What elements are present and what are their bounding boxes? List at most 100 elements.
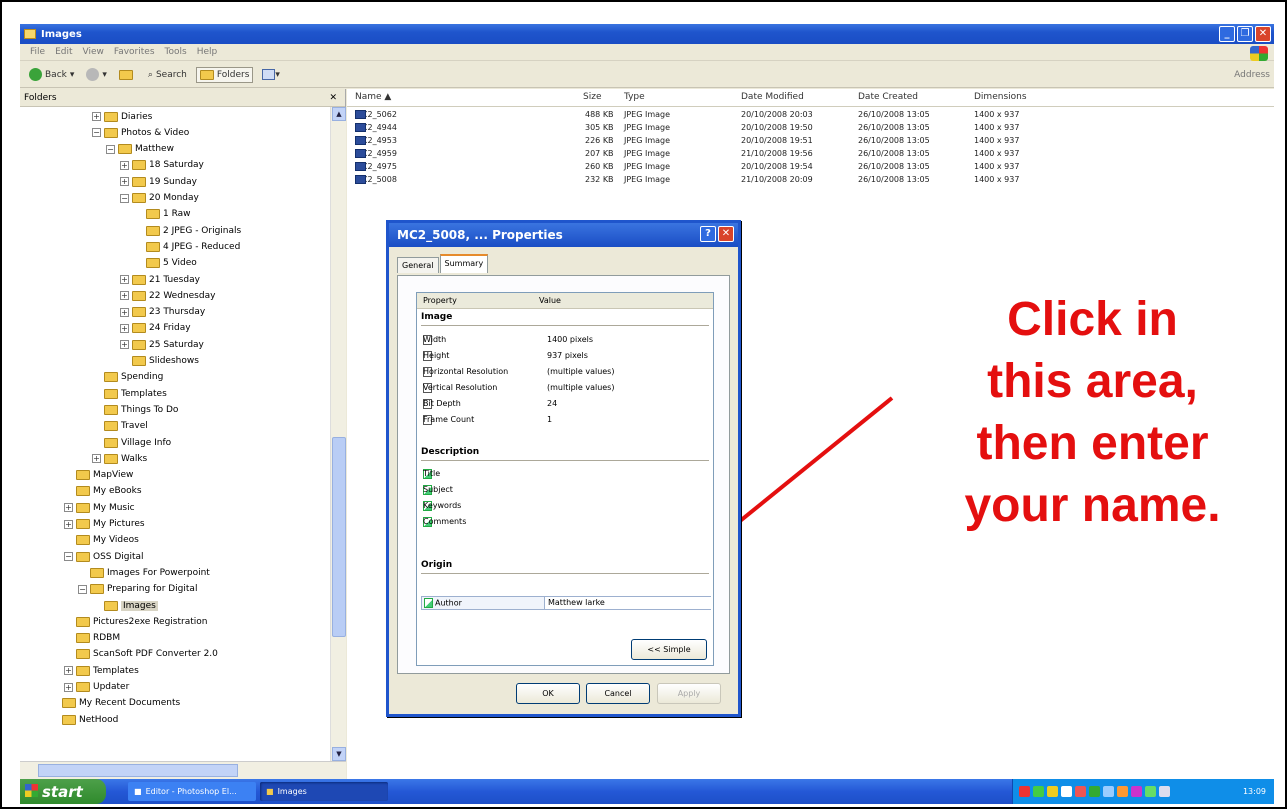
tree-vertical-scrollbar[interactable]: ▲ ▼	[330, 107, 346, 761]
tree-item[interactable]: Images	[92, 599, 158, 612]
tree-item[interactable]: ScanSoft PDF Converter 2.0	[64, 648, 218, 661]
collapse-icon[interactable]: −	[120, 193, 129, 203]
file-row[interactable]: MC2_5062 488 KB JPEG Image 20/10/2008 20:03…	[347, 110, 1274, 122]
property-row[interactable]: Horizontal Resolution (multiple values)	[421, 367, 711, 379]
maximize-button[interactable]: ❐	[1237, 26, 1253, 42]
expand-icon[interactable]: +	[120, 307, 129, 317]
expand-icon[interactable]: +	[120, 340, 129, 350]
expand-icon[interactable]: +	[120, 177, 129, 187]
tree-item[interactable]: Things To Do	[92, 403, 178, 416]
tree-item[interactable]: Slideshows	[120, 355, 199, 368]
tray-icon[interactable]	[1103, 786, 1114, 797]
expand-icon[interactable]: +	[120, 323, 129, 333]
file-row[interactable]: MC2_4975 260 KB JPEG Image 20/10/2008 19:54…	[347, 162, 1274, 174]
tray-icon[interactable]	[1145, 786, 1156, 797]
tree-item[interactable]: + Templates	[64, 664, 139, 677]
scroll-thumb[interactable]	[332, 437, 346, 637]
help-button[interactable]: ?	[700, 226, 716, 242]
collapse-icon[interactable]: −	[78, 584, 87, 594]
column-dimensions[interactable]: Dimensions	[974, 92, 1027, 102]
tree-item[interactable]: + Updater	[64, 681, 129, 694]
ok-button[interactable]: OK	[516, 683, 580, 704]
tray-icon[interactable]	[1117, 786, 1128, 797]
up-folder-button[interactable]	[116, 68, 139, 82]
search-button[interactable]: ⌕ Search	[145, 68, 190, 82]
tab-summary[interactable]: Summary	[439, 254, 489, 273]
tray-icon[interactable]	[1131, 786, 1142, 797]
value-column-header[interactable]: Value	[539, 296, 561, 305]
scroll-down-icon[interactable]: ▼	[332, 747, 346, 761]
menu-edit[interactable]: Edit	[55, 47, 72, 57]
column-date-created[interactable]: Date Created	[858, 92, 918, 102]
collapse-icon[interactable]: −	[106, 144, 115, 154]
menu-favorites[interactable]: Favorites	[114, 47, 155, 57]
file-row[interactable]: MC2_4959 207 KB JPEG Image 21/10/2008 19:56…	[347, 149, 1274, 161]
close-button[interactable]: ✕	[1255, 26, 1271, 42]
tree-item[interactable]: − 20 Monday	[120, 192, 199, 205]
property-row[interactable]: Comments	[421, 517, 711, 529]
tab-general[interactable]: General	[397, 257, 439, 273]
tray-icon[interactable]	[1061, 786, 1072, 797]
column-type[interactable]: Type	[624, 92, 645, 102]
views-button[interactable]: ▾	[259, 67, 283, 82]
tree-item[interactable]: Pictures2exe Registration	[64, 615, 207, 628]
tray-icon[interactable]	[1019, 786, 1030, 797]
property-column-header[interactable]: Property	[423, 296, 457, 305]
collapse-icon[interactable]: −	[64, 552, 73, 562]
property-row[interactable]: Title	[421, 469, 711, 481]
tree-item[interactable]: My eBooks	[64, 485, 142, 498]
expand-icon[interactable]: +	[120, 160, 129, 170]
author-input[interactable]: Matthew larke	[544, 597, 712, 609]
property-row[interactable]: Frame Count 1	[421, 415, 711, 427]
tree-item[interactable]: +25 Saturday	[120, 338, 204, 351]
tree-item[interactable]: +22 Wednesday	[120, 289, 215, 302]
expand-icon[interactable]: +	[64, 503, 73, 513]
close-pane-icon[interactable]: ✕	[329, 93, 337, 103]
column-size[interactable]: Size	[583, 92, 601, 102]
property-row[interactable]: Vertical Resolution (multiple values)	[421, 383, 711, 395]
menu-tools[interactable]: Tools	[165, 47, 187, 57]
dialog-close-button[interactable]: ✕	[718, 226, 734, 242]
expand-icon[interactable]: +	[64, 682, 73, 692]
expand-icon[interactable]: +	[120, 275, 129, 284]
tree-item[interactable]: Spending	[92, 371, 163, 384]
tree-item[interactable]: My Videos	[64, 534, 139, 547]
tree-item[interactable]: Village Info	[92, 436, 171, 449]
property-row[interactable]: Height 937 pixels	[421, 351, 711, 363]
tray-icon[interactable]	[1075, 786, 1086, 797]
tree-horizontal-scrollbar[interactable]	[20, 761, 346, 779]
tree-item[interactable]: RDBM	[64, 632, 120, 645]
tree-item[interactable]: − Preparing for Digital	[78, 583, 197, 596]
tray-icon[interactable]	[1047, 786, 1058, 797]
cancel-button[interactable]: Cancel	[586, 683, 650, 704]
expand-icon[interactable]: +	[92, 454, 101, 464]
property-row[interactable]: Subject	[421, 485, 711, 497]
taskbar-images[interactable]: ■ Images	[260, 782, 388, 801]
tree-item[interactable]: +23 Thursday	[120, 306, 205, 319]
column-date-modified[interactable]: Date Modified	[741, 92, 804, 102]
property-row[interactable]: Bit Depth 24	[421, 399, 711, 411]
forward-button[interactable]: ▾	[83, 66, 110, 83]
simple-button[interactable]: << Simple	[631, 639, 707, 660]
tree-item[interactable]: MapView	[64, 469, 133, 482]
file-row[interactable]: MC2_4953 226 KB JPEG Image 20/10/2008 19:51…	[347, 136, 1274, 148]
file-row[interactable]: MC2_5008 232 KB JPEG Image 21/10/2008 20:09…	[347, 175, 1274, 187]
menu-view[interactable]: View	[83, 47, 104, 57]
property-row[interactable]: Width 1400 pixels	[421, 335, 711, 347]
tree-item[interactable]: − Photos & Video	[92, 126, 189, 139]
tree-item[interactable]: + Walks	[92, 452, 147, 465]
tree-item[interactable]: + Diaries	[92, 110, 152, 123]
author-row[interactable]: Author Matthew larke	[421, 596, 712, 610]
tree-item[interactable]: 4 JPEG - Reduced	[134, 240, 240, 253]
expand-icon[interactable]: +	[92, 112, 101, 121]
tree-item[interactable]: My Recent Documents	[50, 697, 180, 710]
tree-item[interactable]: +18 Saturday	[120, 159, 204, 172]
dialog-titlebar[interactable]: MC2_5008, ... Properties ? ✕	[389, 223, 738, 247]
minimize-button[interactable]: _	[1219, 26, 1235, 42]
tree-item[interactable]: Images For Powerpoint	[78, 566, 210, 579]
window-titlebar[interactable]: Images _ ❐ ✕	[20, 24, 1274, 44]
tree-item[interactable]: 2 JPEG - Originals	[134, 224, 241, 237]
menu-help[interactable]: Help	[197, 47, 218, 57]
scroll-up-icon[interactable]: ▲	[332, 107, 346, 121]
tray-icon[interactable]	[1089, 786, 1100, 797]
